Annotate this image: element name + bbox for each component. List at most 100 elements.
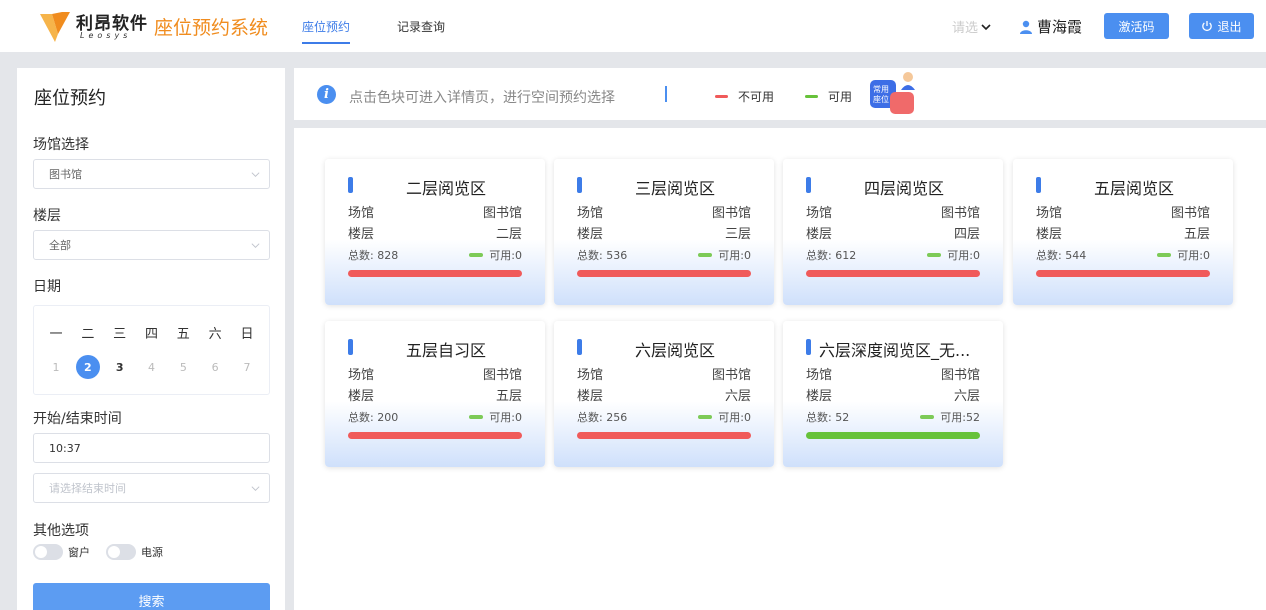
floor-row-label: 楼层 (348, 227, 375, 242)
total-prefix: 总数: (348, 411, 378, 424)
area-card[interactable]: 六层阅览区 场馆 图书馆 楼层 六层 总数: 256 可用: 0 (554, 321, 774, 467)
availability-bar[interactable] (806, 432, 980, 439)
sidebar-title: 座位预约 (34, 88, 106, 109)
total-seats: 总数: 52 (806, 409, 849, 425)
window-toggle[interactable] (33, 544, 63, 560)
area-grid: 二层阅览区 场馆 图书馆 楼层 二层 总数: 828 可用: 0 三层阅览区 场馆 图书馆 楼层 三层… (294, 128, 1266, 610)
availability-bar[interactable] (348, 270, 522, 277)
day-4[interactable]: 4 (139, 355, 163, 379)
start-time-value: 10:37 (49, 441, 81, 455)
avail-prefix: 可用: (489, 249, 515, 262)
day-1[interactable]: 1 (44, 355, 68, 379)
start-time-input[interactable]: 10:37 (33, 433, 270, 463)
mascot-text-top: 常用 (873, 85, 889, 94)
select-hint-text: 请选 (952, 21, 979, 36)
available-seats: 可用: 0 (469, 247, 522, 263)
logout-button[interactable]: 退出 (1189, 13, 1254, 39)
floor-row-label: 楼层 (806, 389, 833, 404)
common-seat-mascot-icon[interactable]: 常用 座位 (868, 70, 918, 118)
venue-row-value: 图书馆 (482, 206, 522, 221)
available-dot (469, 415, 484, 419)
seat-stats: 总数: 536 可用: 0 (577, 247, 751, 263)
area-marker (806, 339, 811, 355)
legend-unavailable-swatch (715, 95, 728, 98)
day-6[interactable]: 6 (203, 355, 227, 379)
total-value: 52 (835, 411, 850, 424)
area-card[interactable]: 四层阅览区 场馆 图书馆 楼层 四层 总数: 612 可用: 0 (783, 159, 1003, 305)
booking-sidebar: 座位预约 场馆选择 图书馆 楼层 全部 日期 一 二 三 四 五 六 日 1 2… (17, 68, 285, 610)
day-3[interactable]: 3 (108, 355, 132, 379)
chevron-down-icon (251, 172, 260, 177)
nav-seat-booking[interactable]: 座位预约 (302, 18, 351, 44)
nav-record-query[interactable]: 记录查询 (397, 18, 445, 35)
select-dropdown[interactable]: 请选 (952, 17, 992, 36)
floor-row: 楼层 六层 (806, 385, 980, 404)
venue-select[interactable]: 图书馆 (33, 159, 270, 189)
total-value: 612 (835, 249, 857, 262)
floor-row: 楼层 五层 (348, 385, 522, 404)
end-time-select[interactable]: 请选择结束时间 (33, 473, 270, 503)
area-title: 二层阅览区 (405, 179, 486, 198)
available-dot (698, 253, 713, 257)
floor-select[interactable]: 全部 (33, 230, 270, 260)
venue-row-value: 图书馆 (940, 206, 980, 221)
seat-stats: 总数: 828 可用: 0 (348, 247, 522, 263)
day-5[interactable]: 5 (171, 355, 195, 379)
total-value: 828 (377, 249, 399, 262)
venue-row-value: 图书馆 (711, 368, 751, 383)
chevron-down-icon (251, 486, 260, 491)
area-title: 六层阅览区 (634, 341, 715, 360)
top-header: 利昂软件 Leosys 座位预约系统 座位预约 记录查询 请选 曹海霞 激活码 … (0, 0, 1266, 52)
total-value: 536 (606, 249, 628, 262)
floor-label: 楼层 (33, 208, 61, 224)
floor-row-value: 五层 (495, 389, 522, 404)
area-card[interactable]: 六层深度阅览区_无... 场馆 图书馆 楼层 六层 总数: 52 可用: 52 (783, 321, 1003, 467)
venue-row-value: 图书馆 (711, 206, 751, 221)
floor-row-value: 六层 (953, 389, 980, 404)
legend-unavailable-label: 不可用 (738, 90, 775, 104)
venue-row-label: 场馆 (806, 368, 833, 383)
activate-code-button[interactable]: 激活码 (1104, 13, 1169, 39)
day-7[interactable]: 7 (235, 355, 259, 379)
user-info[interactable]: 曹海霞 (1019, 16, 1082, 37)
area-card[interactable]: 五层自习区 场馆 图书馆 楼层 五层 总数: 200 可用: 0 (325, 321, 545, 467)
day-2-selected[interactable]: 2 (75, 355, 100, 379)
avail-value: 0 (973, 248, 980, 262)
options-row: 窗户 电源 (33, 544, 163, 560)
venue-row: 场馆 图书馆 (806, 364, 980, 383)
seat-stats: 总数: 200 可用: 0 (348, 409, 522, 425)
search-button[interactable]: 搜索 (33, 583, 270, 610)
end-time-placeholder: 请选择结束时间 (49, 482, 126, 495)
user-name: 曹海霞 (1037, 18, 1083, 36)
seat-stats: 总数: 612 可用: 0 (806, 247, 980, 263)
availability-bar[interactable] (577, 270, 751, 277)
power-toggle[interactable] (106, 544, 136, 560)
floor-select-value: 全部 (49, 239, 71, 252)
weekday-row: 一 二 三 四 五 六 日 (44, 320, 259, 344)
floor-row-value: 五层 (1183, 227, 1210, 242)
avail-prefix: 可用: (489, 411, 515, 424)
area-marker (1036, 177, 1041, 193)
avail-value: 0 (515, 248, 522, 262)
area-card[interactable]: 三层阅览区 场馆 图书馆 楼层 三层 总数: 536 可用: 0 (554, 159, 774, 305)
window-option-label: 窗户 (68, 546, 90, 559)
floor-row-value: 三层 (724, 227, 751, 242)
availability-bar[interactable] (806, 270, 980, 277)
available-seats: 可用: 0 (927, 247, 980, 263)
date-label: 日期 (33, 279, 61, 295)
logout-label: 退出 (1217, 19, 1242, 34)
available-dot (927, 253, 942, 257)
area-card[interactable]: 二层阅览区 场馆 图书馆 楼层 二层 总数: 828 可用: 0 (325, 159, 545, 305)
venue-row: 场馆 图书馆 (577, 202, 751, 221)
available-seats: 可用: 0 (698, 247, 751, 263)
availability-bar[interactable] (577, 432, 751, 439)
avail-value: 0 (744, 248, 751, 262)
available-seats: 可用: 0 (1157, 247, 1210, 263)
area-card[interactable]: 五层阅览区 场馆 图书馆 楼层 五层 总数: 544 可用: 0 (1013, 159, 1233, 305)
area-title: 五层阅览区 (1093, 179, 1174, 198)
availability-bar[interactable] (348, 432, 522, 439)
venue-row: 场馆 图书馆 (348, 202, 522, 221)
total-prefix: 总数: (577, 249, 607, 262)
date-picker: 一 二 三 四 五 六 日 1 2 3 4 5 6 7 (33, 305, 270, 395)
availability-bar[interactable] (1036, 270, 1210, 277)
